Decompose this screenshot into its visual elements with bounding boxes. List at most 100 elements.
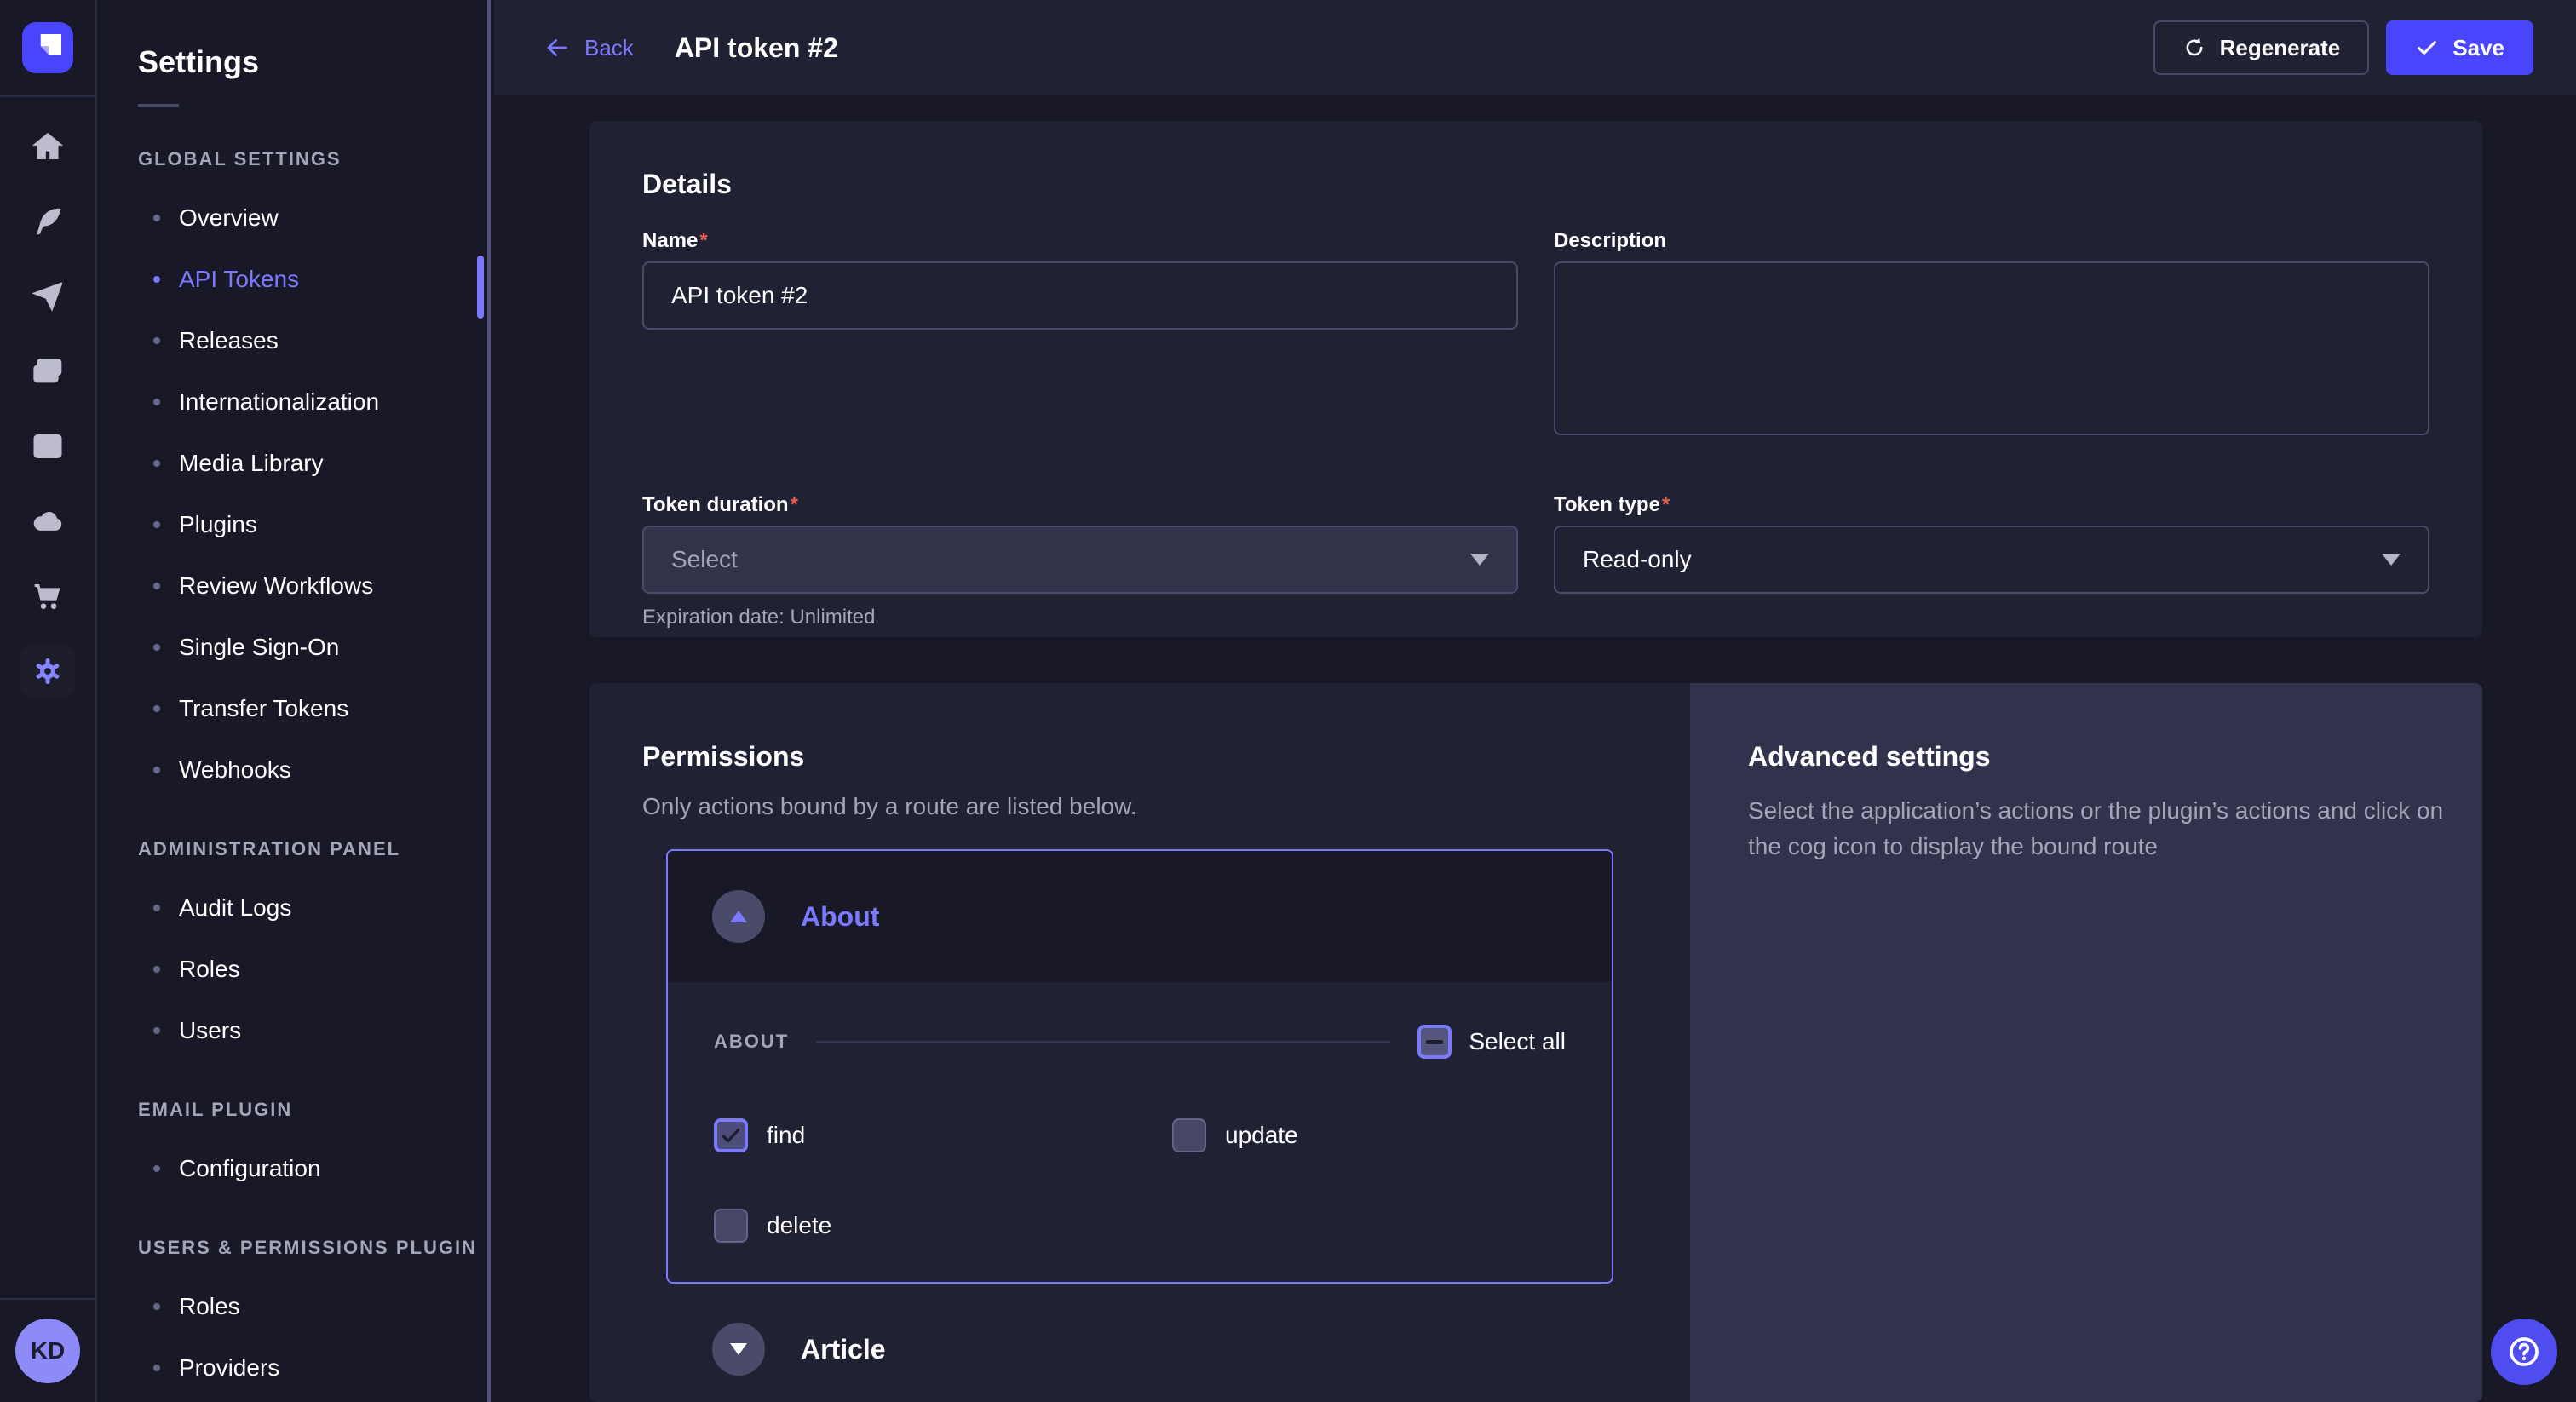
chevron-up-icon xyxy=(730,911,747,922)
back-link[interactable]: Back xyxy=(543,34,634,61)
nav-releases-button[interactable] xyxy=(20,269,75,324)
permissions-subtitle: Only actions bound by a route are listed… xyxy=(642,793,1613,820)
sidebar-item-label: Roles xyxy=(179,956,240,983)
update-checkbox[interactable] xyxy=(1172,1118,1206,1152)
name-input[interactable] xyxy=(642,261,1518,330)
gear-icon xyxy=(31,654,65,688)
header-actions: Regenerate Save xyxy=(2153,20,2533,75)
accordion-title: Article xyxy=(801,1334,886,1365)
token-type-field-group: Token type* Read-only xyxy=(1554,493,2429,629)
sidebar-item-label: Releases xyxy=(179,327,279,354)
sidebar-item-audit-logs[interactable]: Audit Logs xyxy=(97,877,487,939)
sidebar-item-label: Providers xyxy=(179,1354,279,1382)
required-mark: * xyxy=(1662,493,1670,516)
token-duration-select[interactable]: Select xyxy=(642,526,1518,594)
expand-toggle-button[interactable] xyxy=(712,1323,765,1376)
sidebar-item-single-sign-on[interactable]: Single Sign-On xyxy=(97,617,487,678)
advanced-settings-body: Select the application’s actions or the … xyxy=(1748,793,2450,865)
sidebar-item-label: Internationalization xyxy=(179,388,379,416)
sidebar-item-api-tokens[interactable]: API Tokens xyxy=(97,249,487,310)
regenerate-button[interactable]: Regenerate xyxy=(2153,20,2370,75)
section-email-plugin: EMAIL PLUGIN Configuration xyxy=(97,1099,487,1199)
rail-footer: KD xyxy=(0,1298,95,1402)
token-duration-field-group: Token duration* Select Expiration date: … xyxy=(642,493,1518,629)
refresh-icon xyxy=(2182,36,2206,60)
sidebar-item-transfer-tokens[interactable]: Transfer Tokens xyxy=(97,678,487,739)
sidebar-item-label: Users xyxy=(179,1017,241,1044)
chevron-down-icon xyxy=(2382,554,2401,566)
delete-checkbox[interactable] xyxy=(714,1209,748,1243)
rail-icon-list xyxy=(20,97,75,698)
sidebar-item-label: Media Library xyxy=(179,450,324,477)
find-checkbox[interactable] xyxy=(714,1118,748,1152)
expiration-hint: Expiration date: Unlimited xyxy=(642,606,1518,629)
select-all-checkbox[interactable] xyxy=(1417,1025,1452,1059)
section-label: ADMINISTRATION PANEL xyxy=(97,838,487,860)
sidebar-item-plugins[interactable]: Plugins xyxy=(97,494,487,555)
bullet-icon xyxy=(153,705,160,712)
paper-plane-icon xyxy=(31,279,65,313)
bullet-icon xyxy=(153,215,160,221)
logo-area xyxy=(0,0,95,97)
details-card: Details Name* Description Token duration… xyxy=(589,121,2482,637)
save-label: Save xyxy=(2452,35,2504,61)
checkbox-label: update xyxy=(1225,1122,1298,1149)
home-icon xyxy=(31,129,65,164)
accordion-about-body: ABOUT Select all xyxy=(668,982,1612,1282)
token-type-label: Token type* xyxy=(1554,493,2429,517)
nav-home-button[interactable] xyxy=(20,119,75,174)
sidebar-item-releases[interactable]: Releases xyxy=(97,310,487,371)
regenerate-label: Regenerate xyxy=(2220,35,2341,61)
accordion-about-header[interactable]: About xyxy=(668,851,1612,982)
nav-content-type-builder-button[interactable] xyxy=(20,419,75,474)
nav-deploy-button[interactable] xyxy=(20,494,75,549)
token-duration-label: Token duration* xyxy=(642,493,1518,517)
permission-update: update xyxy=(1172,1118,1566,1152)
sidebar-item-label: Overview xyxy=(179,204,279,232)
indeterminate-dash-icon xyxy=(1426,1040,1443,1044)
token-type-select[interactable]: Read-only xyxy=(1554,526,2429,594)
section-global-settings: GLOBAL SETTINGS Overview API Tokens Rele… xyxy=(97,148,487,801)
sidebar-item-email-configuration[interactable]: Configuration xyxy=(97,1138,487,1199)
sidebar-item-admin-users[interactable]: Users xyxy=(97,1000,487,1061)
details-heading: Details xyxy=(642,169,2429,200)
sidebar-item-review-workflows[interactable]: Review Workflows xyxy=(97,555,487,617)
layout-icon xyxy=(31,429,65,463)
sidebar-item-label: Plugins xyxy=(179,511,257,538)
chevron-down-icon xyxy=(1470,554,1489,566)
subnav-scrollbar-thumb[interactable] xyxy=(477,256,484,319)
sidebar-item-overview[interactable]: Overview xyxy=(97,187,487,249)
name-field-group: Name* xyxy=(642,229,1518,442)
nav-marketplace-button[interactable] xyxy=(20,569,75,623)
required-mark: * xyxy=(791,493,798,516)
subnav-title: Settings xyxy=(138,44,487,80)
sidebar-item-up-roles[interactable]: Roles xyxy=(97,1276,487,1337)
permissions-heading: Permissions xyxy=(642,741,1613,773)
accordion-article-header[interactable]: Article xyxy=(666,1284,1613,1402)
strapi-logo[interactable] xyxy=(22,22,73,73)
section-label: USERS & PERMISSIONS PLUGIN xyxy=(97,1237,487,1259)
accordion-about: About ABOUT Select all xyxy=(666,849,1613,1284)
nav-settings-button[interactable] xyxy=(20,644,75,698)
sidebar-item-webhooks[interactable]: Webhooks xyxy=(97,739,487,801)
nav-media-library-button[interactable] xyxy=(20,344,75,399)
bullet-icon xyxy=(153,521,160,528)
sidebar-item-media-library[interactable]: Media Library xyxy=(97,433,487,494)
help-button[interactable] xyxy=(2491,1319,2557,1385)
bullet-icon xyxy=(153,644,160,651)
sidebar-item-internationalization[interactable]: Internationalization xyxy=(97,371,487,433)
bullet-icon xyxy=(153,905,160,911)
cart-icon xyxy=(31,579,65,613)
about-section-label: ABOUT xyxy=(714,1031,789,1053)
sidebar-item-label: Transfer Tokens xyxy=(179,695,348,722)
collapse-toggle-button[interactable] xyxy=(712,890,765,943)
user-avatar[interactable]: KD xyxy=(15,1319,80,1383)
description-textarea[interactable] xyxy=(1554,261,2429,435)
sidebar-item-up-providers[interactable]: Providers xyxy=(97,1337,487,1399)
nav-content-button[interactable] xyxy=(20,194,75,249)
sidebar-item-admin-roles[interactable]: Roles xyxy=(97,939,487,1000)
save-button[interactable]: Save xyxy=(2386,20,2533,75)
section-label: EMAIL PLUGIN xyxy=(97,1099,487,1121)
bullet-icon xyxy=(153,767,160,773)
section-label: GLOBAL SETTINGS xyxy=(97,148,487,170)
